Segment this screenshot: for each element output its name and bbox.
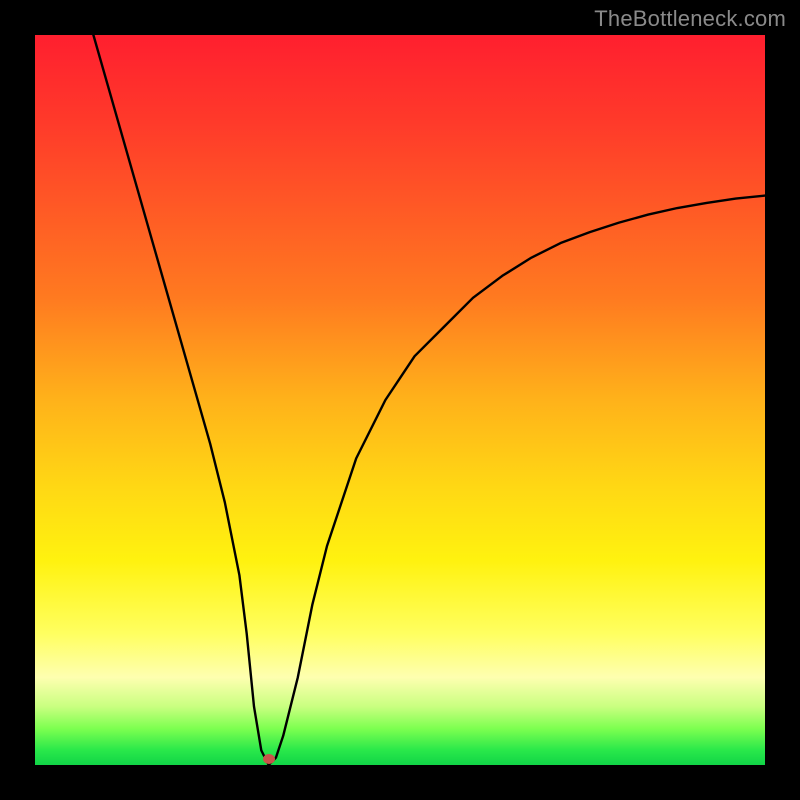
curve-svg — [35, 35, 765, 765]
minimum-marker — [263, 754, 275, 764]
chart-frame: TheBottleneck.com — [0, 0, 800, 800]
watermark-text: TheBottleneck.com — [594, 6, 786, 32]
plot-area — [35, 35, 765, 765]
bottleneck-curve — [93, 35, 765, 765]
